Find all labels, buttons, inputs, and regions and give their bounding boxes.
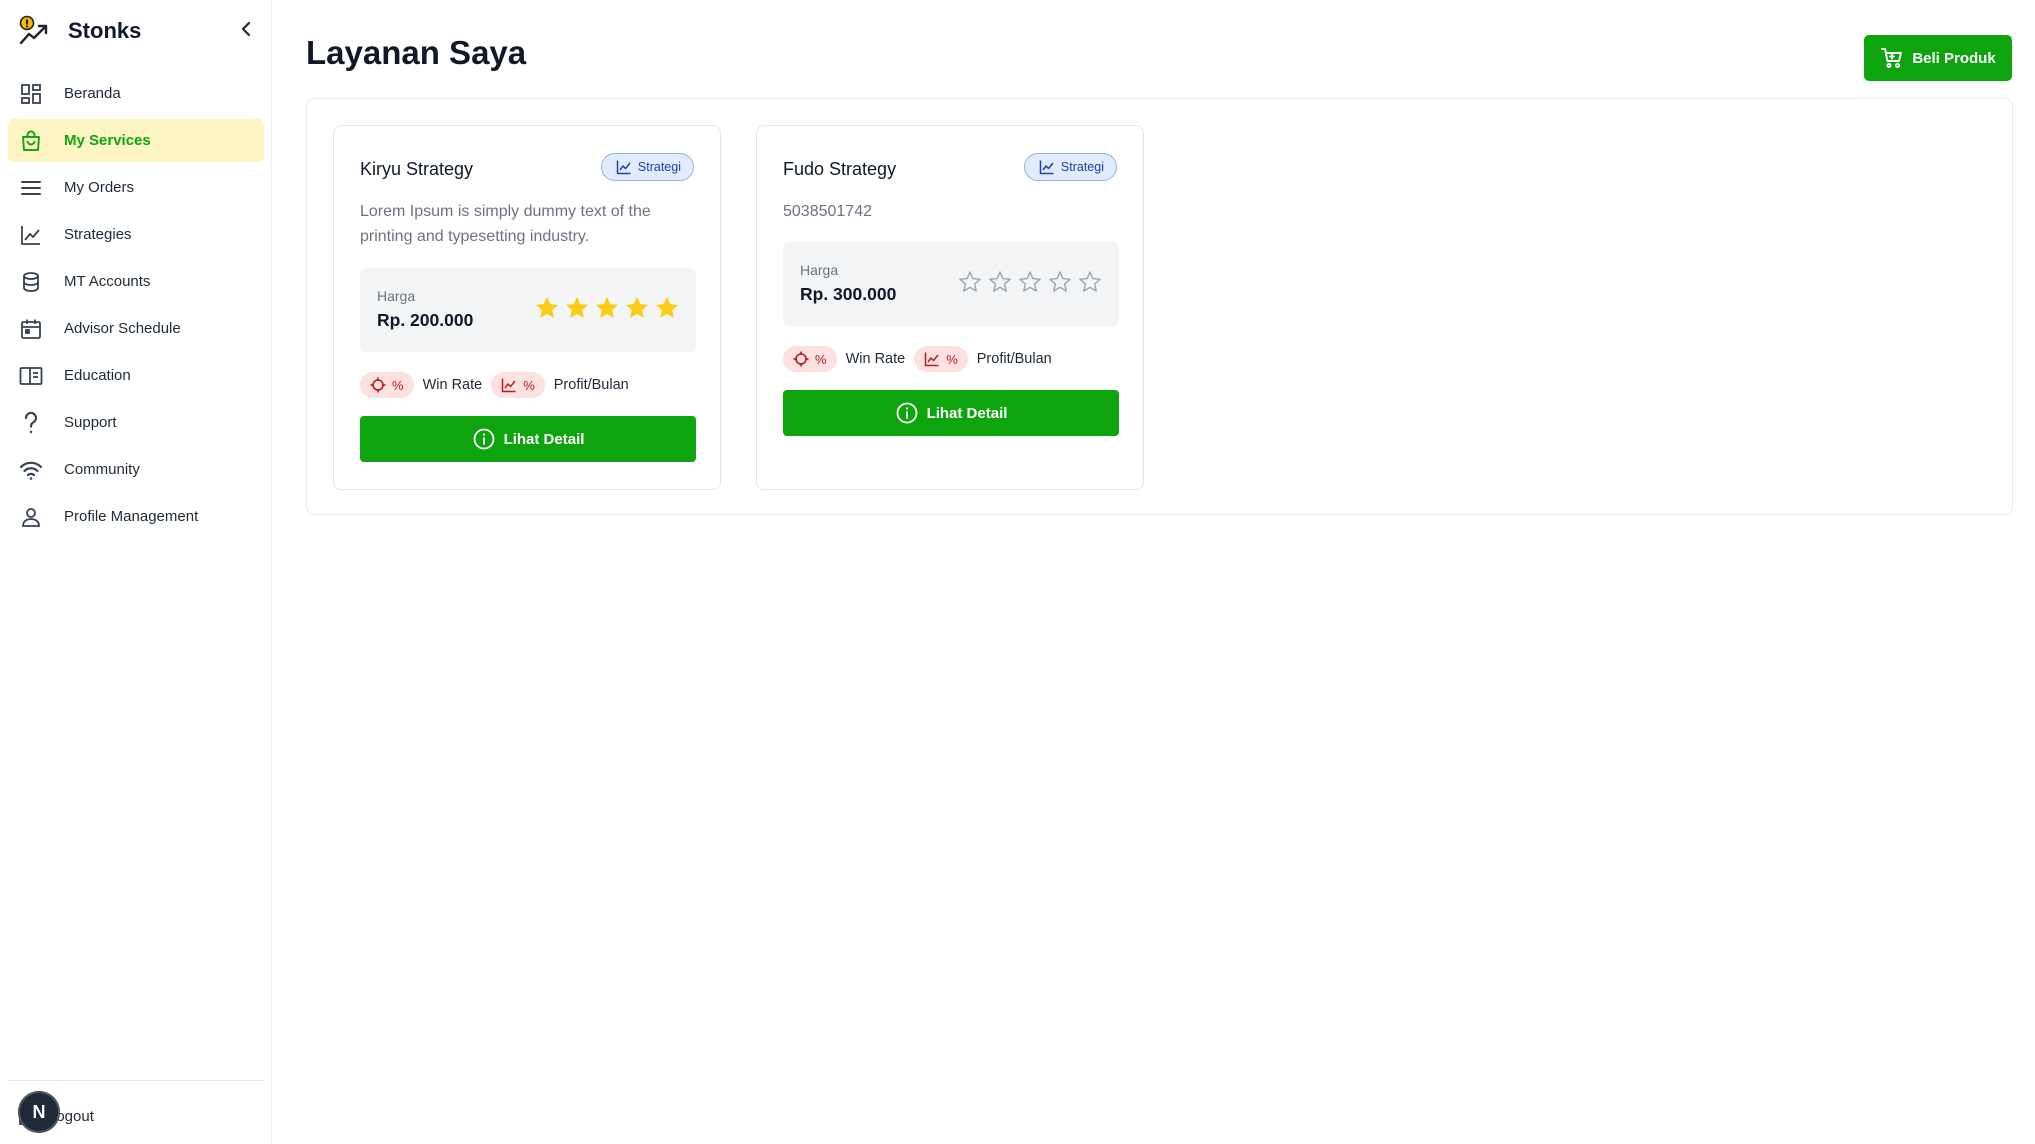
sidebar-item-strategies[interactable]: Strategies [8, 213, 264, 256]
brand[interactable]: Stonks [18, 15, 141, 47]
sidebar-item-advisor-schedule[interactable]: Advisor Schedule [8, 307, 264, 350]
stonks-logo-icon [19, 15, 48, 45]
star-empty-icon [989, 271, 1011, 292]
info-icon [895, 401, 919, 425]
buy-product-label: Beli Produk [1912, 49, 1996, 67]
win-rate-value: % [815, 351, 827, 367]
strategy-tag: Strategi [600, 153, 694, 181]
line-chart-icon [501, 377, 517, 393]
sidebar-item-support[interactable]: Support [8, 401, 264, 444]
star-empty-icon [1019, 271, 1041, 292]
buy-product-button[interactable]: Beli Produk [1864, 35, 2012, 81]
sidebar-item-label: Community [64, 461, 140, 478]
sidebar-item-my-services[interactable]: My Services [8, 119, 264, 162]
win-rate-pill: % [360, 372, 414, 398]
profit-value: % [523, 377, 535, 393]
target-icon [793, 351, 809, 367]
collapse-sidebar-button[interactable] [236, 18, 256, 40]
strategy-tag-label: Strategi [1060, 160, 1104, 174]
profit-label: Profit/Bulan [976, 351, 1052, 367]
view-detail-label: Lihat Detail [926, 404, 1008, 422]
sidebar-item-label: Support [64, 414, 117, 431]
rating-stars [952, 270, 1102, 294]
info-icon [472, 427, 496, 451]
price-value: Rp. 300.000 [800, 284, 897, 304]
sidebar-item-profile-management[interactable]: Profile Management [8, 495, 264, 538]
sidebar-item-label: Education [64, 367, 131, 384]
profit-pill: % [914, 346, 968, 372]
price-value: Rp. 200.000 [377, 310, 474, 330]
star-filled-icon [536, 297, 558, 318]
sidebar-item-label: Profile Management [64, 508, 199, 525]
price-box: Harga Rp. 200.000 [360, 268, 696, 352]
user-icon [18, 504, 44, 530]
sidebar-item-label: Beranda [64, 85, 121, 102]
star-filled-icon [596, 297, 618, 318]
service-description: 5038501742 [783, 203, 872, 220]
sidebar-item-label: My Services [64, 132, 151, 149]
sidebar-divider [8, 1080, 264, 1081]
sidebar: Stonks Beranda My Services My Orders Str… [0, 0, 272, 1144]
price-label: Harga [377, 288, 416, 304]
star-filled-icon [656, 297, 678, 318]
page-title: Layanan Saya [306, 34, 527, 71]
book-icon [18, 363, 44, 389]
sidebar-item-label: My Orders [64, 179, 135, 196]
view-detail-label: Lihat Detail [503, 430, 585, 448]
target-icon [370, 377, 386, 393]
strategy-tag-label: Strategi [637, 160, 681, 174]
star-filled-icon [626, 297, 648, 318]
service-card: Fudo Strategy Strategi 5038501742 Harga … [756, 125, 1144, 490]
sidebar-item-label: Strategies [64, 226, 132, 243]
strategy-tag: Strategi [1023, 153, 1117, 181]
win-rate-value: % [392, 377, 404, 393]
star-empty-icon [1079, 271, 1101, 292]
profit-label: Profit/Bulan [553, 377, 629, 393]
line-chart-icon [18, 222, 44, 248]
question-icon [18, 410, 44, 436]
service-description: Lorem Ipsum is simply dummy text of the … [360, 203, 651, 245]
profit-value: % [946, 351, 958, 367]
star-empty-icon [959, 271, 981, 292]
view-detail-button[interactable]: Lihat Detail [783, 390, 1119, 436]
line-chart-icon [616, 159, 632, 175]
sidebar-item-community[interactable]: Community [8, 448, 264, 491]
sidebar-item-label: MT Accounts [64, 273, 151, 290]
chevron-left-icon [241, 21, 251, 37]
app-root: Stonks Beranda My Services My Orders Str… [0, 0, 2035, 1144]
win-rate-label: Win Rate [845, 351, 906, 367]
star-empty-icon [1049, 271, 1071, 292]
rating-stars [529, 296, 679, 320]
sidebar-item-beranda[interactable]: Beranda [8, 72, 264, 115]
sidebar-item-mt-accounts[interactable]: MT Accounts [8, 260, 264, 303]
price-label: Harga [800, 262, 839, 278]
service-card: Kiryu Strategy Strategi Lorem Ipsum is s… [333, 125, 721, 490]
dashboard-grid-icon [18, 81, 44, 107]
wifi-icon [18, 457, 44, 483]
sidebar-item-label: Advisor Schedule [64, 320, 181, 337]
calendar-icon [18, 316, 44, 342]
metrics-row: % Win Rate % Profit/Bulan [783, 346, 1061, 372]
win-rate-pill: % [783, 346, 837, 372]
sidebar-item-my-orders[interactable]: My Orders [8, 166, 264, 209]
services-panel: Kiryu Strategy Strategi Lorem Ipsum is s… [306, 98, 2013, 515]
view-detail-button[interactable]: Lihat Detail [360, 416, 696, 462]
line-chart-icon [924, 351, 940, 367]
brand-name: Stonks [68, 18, 142, 43]
shopping-cart-icon [1880, 46, 1904, 70]
list-icon [18, 175, 44, 201]
service-title: Fudo Strategy [783, 159, 897, 179]
service-title: Kiryu Strategy [360, 159, 474, 179]
line-chart-icon [1039, 159, 1055, 175]
win-rate-label: Win Rate [422, 377, 483, 393]
avatar-badge[interactable]: N [18, 1091, 60, 1133]
star-filled-icon [566, 297, 588, 318]
database-icon [18, 269, 44, 295]
shopping-bag-icon [18, 128, 44, 154]
metrics-row: % Win Rate % Profit/Bulan [360, 372, 638, 398]
sidebar-item-education[interactable]: Education [8, 354, 264, 397]
price-box: Harga Rp. 300.000 [783, 242, 1119, 326]
profit-pill: % [491, 372, 545, 398]
sidebar-nav: Beranda My Services My Orders Strategies… [8, 72, 264, 542]
